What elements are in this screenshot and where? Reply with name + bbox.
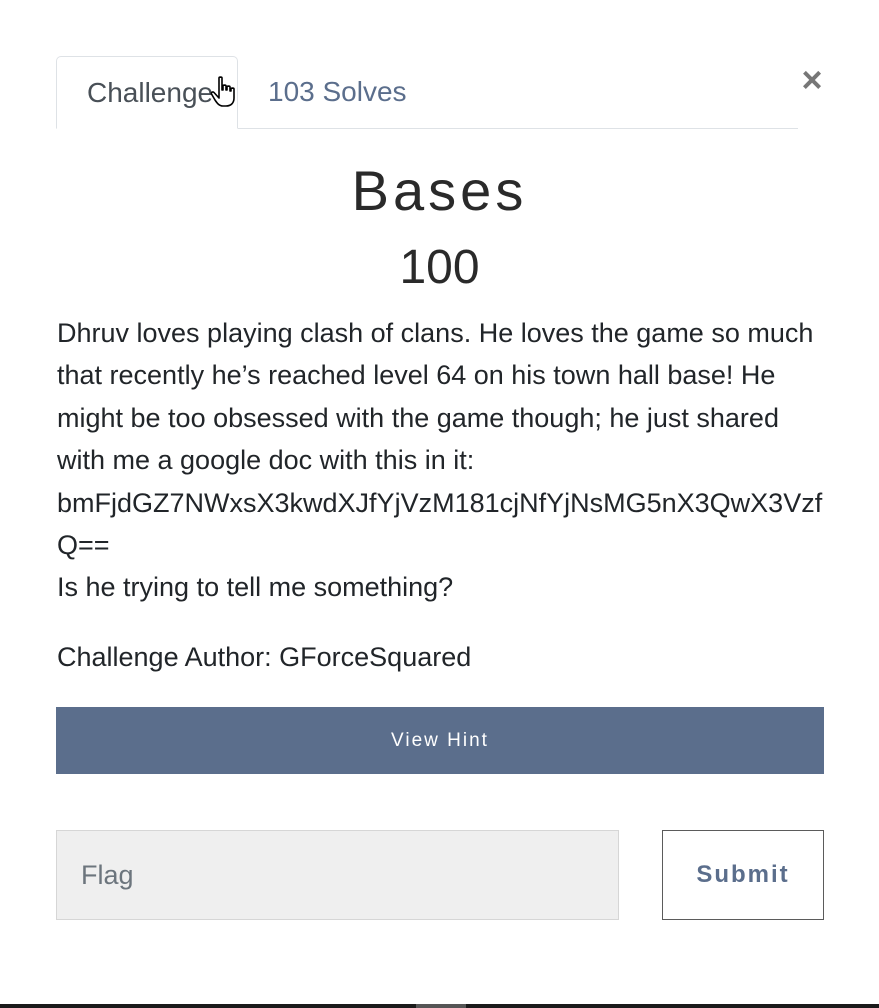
close-button[interactable]: × bbox=[796, 62, 828, 98]
scrollbar-thumb[interactable] bbox=[416, 1004, 466, 1008]
submit-button[interactable]: Submit bbox=[662, 830, 824, 920]
tab-bar: Challenge 103 Solves bbox=[56, 56, 798, 129]
challenge-author: Challenge Author: GForceSquared bbox=[57, 642, 472, 672]
tab-solves[interactable]: 103 Solves bbox=[238, 56, 437, 128]
description-question: Is he trying to tell me something? bbox=[57, 572, 454, 603]
challenge-points: 100 bbox=[399, 241, 480, 294]
flag-input[interactable] bbox=[56, 830, 619, 920]
challenge-description: Dhruv loves playing clash of clans. He l… bbox=[57, 312, 827, 609]
view-hint-button[interactable]: View Hint bbox=[56, 707, 824, 774]
description-text: Dhruv loves playing clash of clans. He l… bbox=[57, 318, 814, 476]
hand-pointer-icon bbox=[210, 76, 235, 107]
challenge-modal: Challenge 103 Solves × Bases 100 Dhruv l… bbox=[0, 0, 879, 1004]
bottom-scrollbar[interactable] bbox=[0, 1004, 879, 1008]
encoded-string: bmFjdGZ7NWxsX3kwdXJfYjVzM181cjNfYjNsMG5n… bbox=[57, 487, 823, 561]
challenge-title: Bases bbox=[351, 159, 528, 222]
